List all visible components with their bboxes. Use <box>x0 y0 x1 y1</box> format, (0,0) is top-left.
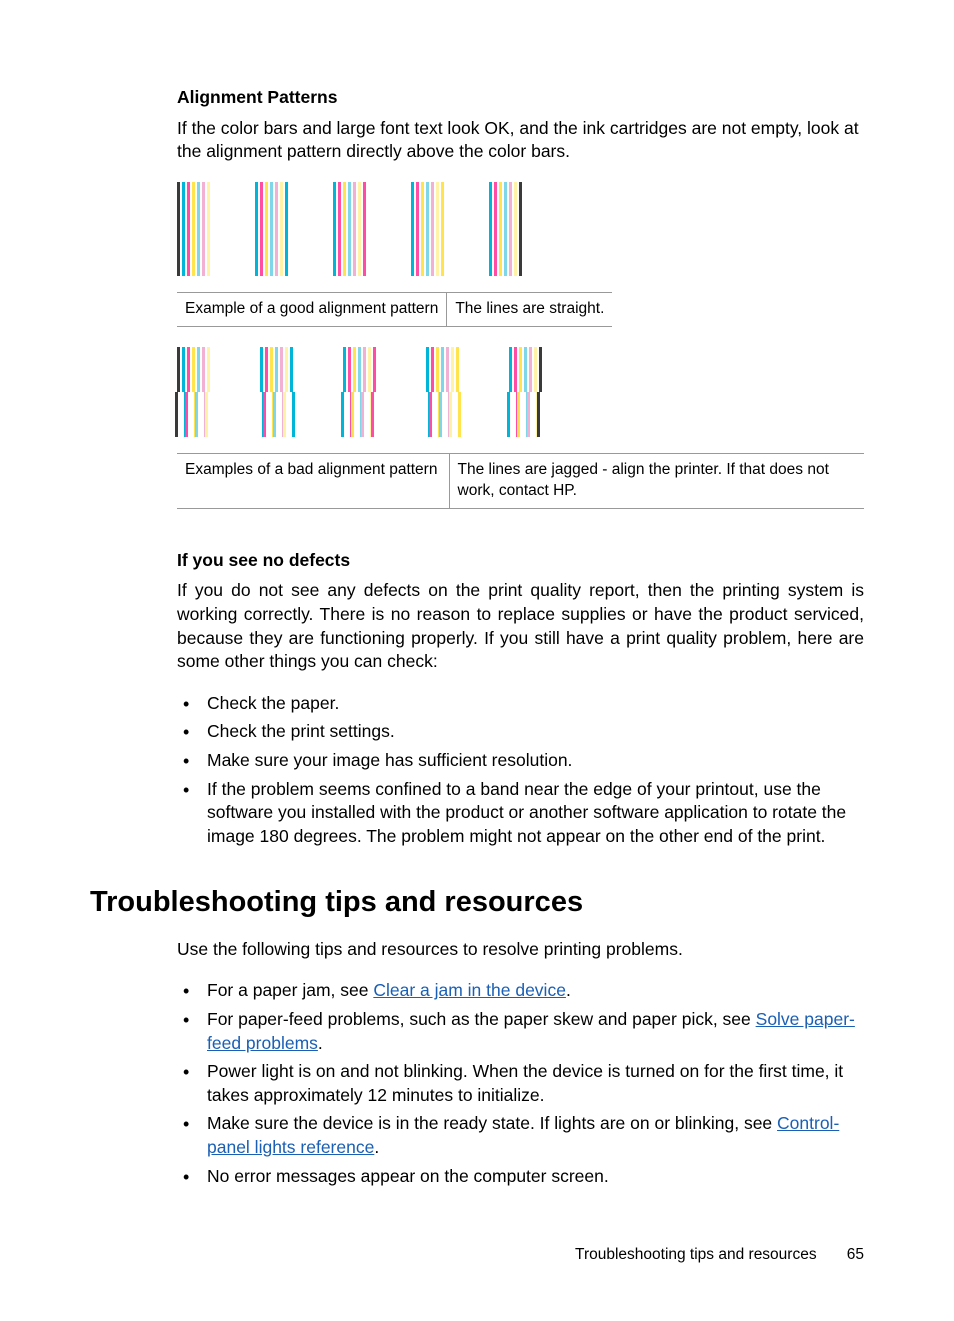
good-pattern-caption-table: Example of a good alignment pattern The … <box>177 292 612 327</box>
footer-title: Troubleshooting tips and resources <box>575 1246 817 1263</box>
troubleshooting-section-heading: Troubleshooting tips and resources <box>90 883 864 922</box>
page-footer: Troubleshooting tips and resources 65 <box>0 1245 864 1266</box>
bad-alignment-pattern-image <box>177 347 864 437</box>
alignment-patterns-intro: If the color bars and large font text lo… <box>177 117 864 164</box>
footer-page-number: 65 <box>847 1246 864 1263</box>
cross-reference-link[interactable]: Solve paper-feed problems <box>207 1009 855 1053</box>
bad-pattern-caption-right: The lines are jagged - align the printer… <box>449 453 864 508</box>
bad-pattern-caption-table: Examples of a bad alignment pattern The … <box>177 453 864 509</box>
no-defects-bullets: Check the paper. Check the print settings… <box>177 692 864 849</box>
no-defects-intro: If you do not see any defects on the pri… <box>177 579 864 674</box>
list-item: No error messages appear on the computer… <box>177 1165 864 1189</box>
list-item: For a paper jam, see Clear a jam in the … <box>177 979 864 1003</box>
list-item: Make sure the device is in the ready sta… <box>177 1112 864 1159</box>
no-defects-heading: If you see no defects <box>177 549 864 573</box>
cross-reference-link[interactable]: Control-panel lights reference <box>207 1113 839 1157</box>
list-item: Make sure your image has sufficient reso… <box>177 749 864 773</box>
list-item: Power light is on and not blinking. When… <box>177 1060 864 1107</box>
troubleshooting-intro: Use the following tips and resources to … <box>177 938 864 962</box>
bad-pattern-caption-left: Examples of a bad alignment pattern <box>177 453 449 508</box>
good-pattern-caption-left: Example of a good alignment pattern <box>177 292 447 326</box>
list-item: Check the print settings. <box>177 720 864 744</box>
cross-reference-link[interactable]: Clear a jam in the device <box>373 980 566 1000</box>
good-alignment-pattern-image <box>177 182 864 276</box>
list-item: For paper-feed problems, such as the pap… <box>177 1008 864 1055</box>
alignment-patterns-heading: Alignment Patterns <box>177 86 864 110</box>
good-pattern-caption-right: The lines are straight. <box>447 292 613 326</box>
list-item: If the problem seems confined to a band … <box>177 778 864 849</box>
list-item: Check the paper. <box>177 692 864 716</box>
troubleshooting-bullets: For a paper jam, see Clear a jam in the … <box>177 979 864 1188</box>
